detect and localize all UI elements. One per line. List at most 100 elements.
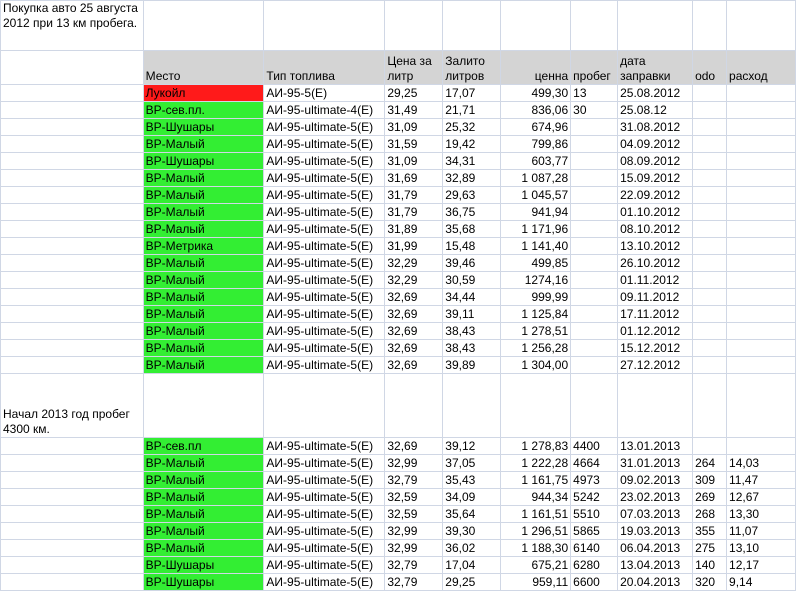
place-cell[interactable]: ВР-Шушары bbox=[142, 556, 265, 574]
place-cell[interactable]: ВР-Малый bbox=[142, 339, 265, 357]
liters-cell[interactable]: 34,09 bbox=[442, 488, 502, 506]
cost-cell[interactable]: 1 222,28 bbox=[500, 454, 572, 472]
mileage-cell[interactable] bbox=[570, 203, 619, 221]
price-cell[interactable]: 32,99 bbox=[384, 522, 444, 540]
consumption-cell[interactable] bbox=[726, 84, 796, 102]
mileage-cell[interactable] bbox=[570, 254, 619, 272]
date-cell[interactable]: 08.09.2012 bbox=[617, 152, 694, 170]
place-cell[interactable]: ВР-Малый bbox=[142, 505, 265, 523]
cost-cell[interactable]: 499,30 bbox=[500, 84, 572, 102]
fuel-cell[interactable]: АИ-95-ultimate-5(Е) bbox=[263, 203, 386, 221]
mileage-cell[interactable] bbox=[570, 356, 619, 374]
price-cell[interactable]: 32,99 bbox=[384, 454, 444, 472]
header-fuel[interactable]: Тип топлива bbox=[263, 50, 386, 85]
price-cell[interactable]: 32,69 bbox=[384, 356, 444, 374]
date-cell[interactable]: 13.10.2012 bbox=[617, 237, 694, 255]
odo-cell[interactable]: 275 bbox=[692, 539, 728, 557]
fuel-cell[interactable]: АИ-95-ultimate-5(Е) bbox=[263, 271, 386, 289]
odo-cell[interactable]: 264 bbox=[692, 454, 728, 472]
consumption-cell[interactable] bbox=[726, 356, 796, 374]
place-cell[interactable]: ВР-Малый bbox=[142, 169, 265, 187]
liters-cell[interactable]: 39,30 bbox=[442, 522, 502, 540]
fuel-cell[interactable]: АИ-95-ultimate-5(Е) bbox=[263, 522, 386, 540]
cost-cell[interactable]: 1274,16 bbox=[500, 271, 572, 289]
fuel-cell[interactable]: АИ-95-ultimate-5(Е) bbox=[263, 237, 386, 255]
odo-cell[interactable] bbox=[692, 203, 728, 221]
price-cell[interactable]: 32,29 bbox=[384, 271, 444, 289]
mileage-cell[interactable] bbox=[570, 135, 619, 153]
header-cost[interactable]: ценна bbox=[500, 50, 572, 85]
price-cell[interactable]: 31,89 bbox=[384, 220, 444, 238]
liters-cell[interactable]: 19,42 bbox=[442, 135, 502, 153]
odo-cell[interactable] bbox=[692, 288, 728, 306]
cost-cell[interactable]: 1 278,83 bbox=[500, 437, 572, 455]
odo-cell[interactable] bbox=[692, 322, 728, 340]
mileage-cell[interactable]: 4664 bbox=[570, 454, 619, 472]
liters-cell[interactable]: 17,07 bbox=[442, 84, 502, 102]
odo-cell[interactable] bbox=[692, 237, 728, 255]
liters-cell[interactable]: 21,71 bbox=[442, 101, 502, 119]
odo-cell[interactable]: 268 bbox=[692, 505, 728, 523]
odo-cell[interactable] bbox=[692, 356, 728, 374]
price-cell[interactable]: 31,59 bbox=[384, 135, 444, 153]
consumption-cell[interactable]: 12,17 bbox=[726, 556, 796, 574]
consumption-cell[interactable]: 13,10 bbox=[726, 539, 796, 557]
liters-cell[interactable]: 36,75 bbox=[442, 203, 502, 221]
liters-cell[interactable]: 39,11 bbox=[442, 305, 502, 323]
price-cell[interactable]: 32,99 bbox=[384, 539, 444, 557]
price-cell[interactable]: 32,79 bbox=[384, 556, 444, 574]
header-date[interactable]: дата заправки bbox=[617, 50, 694, 85]
mileage-cell[interactable] bbox=[570, 322, 619, 340]
consumption-cell[interactable]: 9,14 bbox=[726, 573, 796, 591]
fuel-cell[interactable]: АИ-95-ultimate-5(Е) bbox=[263, 539, 386, 557]
cost-cell[interactable]: 674,96 bbox=[500, 118, 572, 136]
fuel-cell[interactable]: АИ-95-ultimate-5(Е) bbox=[263, 488, 386, 506]
fuel-cell[interactable]: АИ-95-ultimate-5(Е) bbox=[263, 556, 386, 574]
cost-cell[interactable]: 1 161,75 bbox=[500, 471, 572, 489]
price-cell[interactable]: 32,59 bbox=[384, 488, 444, 506]
date-cell[interactable]: 15.09.2012 bbox=[617, 169, 694, 187]
cost-cell[interactable]: 959,11 bbox=[500, 573, 572, 591]
date-cell[interactable]: 13.01.2013 bbox=[617, 437, 694, 455]
header-place[interactable]: Место bbox=[142, 50, 265, 85]
price-cell[interactable]: 32,69 bbox=[384, 305, 444, 323]
price-cell[interactable]: 32,79 bbox=[384, 573, 444, 591]
cost-cell[interactable]: 836,06 bbox=[500, 101, 572, 119]
price-cell[interactable]: 32,69 bbox=[384, 322, 444, 340]
liters-cell[interactable]: 36,02 bbox=[442, 539, 502, 557]
consumption-cell[interactable] bbox=[726, 186, 796, 204]
cost-cell[interactable]: 941,94 bbox=[500, 203, 572, 221]
price-cell[interactable]: 29,25 bbox=[384, 84, 444, 102]
place-cell[interactable]: ВР-Малый bbox=[142, 471, 265, 489]
mileage-cell[interactable]: 6140 bbox=[570, 539, 619, 557]
header-liters[interactable]: Залито литров bbox=[442, 50, 502, 85]
date-cell[interactable]: 25.08.2012 bbox=[617, 84, 694, 102]
fuel-cell[interactable]: АИ-95-ultimate-5(Е) bbox=[263, 339, 386, 357]
mileage-cell[interactable]: 5865 bbox=[570, 522, 619, 540]
fuel-cell[interactable]: АИ-95-ultimate-5(Е) bbox=[263, 118, 386, 136]
mileage-cell[interactable]: 6280 bbox=[570, 556, 619, 574]
consumption-cell[interactable] bbox=[726, 135, 796, 153]
section-note[interactable]: Начал 2013 год пробег 4300 км. bbox=[0, 373, 144, 438]
mileage-cell[interactable]: 5242 bbox=[570, 488, 619, 506]
cost-cell[interactable]: 1 278,51 bbox=[500, 322, 572, 340]
mileage-cell[interactable]: 4973 bbox=[570, 471, 619, 489]
mileage-cell[interactable] bbox=[570, 305, 619, 323]
liters-cell[interactable]: 38,43 bbox=[442, 322, 502, 340]
place-cell[interactable]: ВР-Малый bbox=[142, 186, 265, 204]
date-cell[interactable]: 01.10.2012 bbox=[617, 203, 694, 221]
place-cell[interactable]: ВР-сев.пл. bbox=[142, 101, 265, 119]
date-cell[interactable]: 15.12.2012 bbox=[617, 339, 694, 357]
price-cell[interactable]: 32,69 bbox=[384, 437, 444, 455]
place-cell[interactable]: ВР-Малый bbox=[142, 220, 265, 238]
cost-cell[interactable]: 1 171,96 bbox=[500, 220, 572, 238]
date-cell[interactable]: 01.11.2012 bbox=[617, 271, 694, 289]
odo-cell[interactable] bbox=[692, 152, 728, 170]
header-odo[interactable]: odo bbox=[692, 50, 728, 85]
mileage-cell[interactable]: 13 bbox=[570, 84, 619, 102]
consumption-cell[interactable]: 11,07 bbox=[726, 522, 796, 540]
place-cell[interactable]: ВР-Малый bbox=[142, 322, 265, 340]
date-cell[interactable]: 17.11.2012 bbox=[617, 305, 694, 323]
place-cell[interactable]: ВР-Малый bbox=[142, 203, 265, 221]
fuel-cell[interactable]: АИ-95-ultimate-5(Е) bbox=[263, 356, 386, 374]
